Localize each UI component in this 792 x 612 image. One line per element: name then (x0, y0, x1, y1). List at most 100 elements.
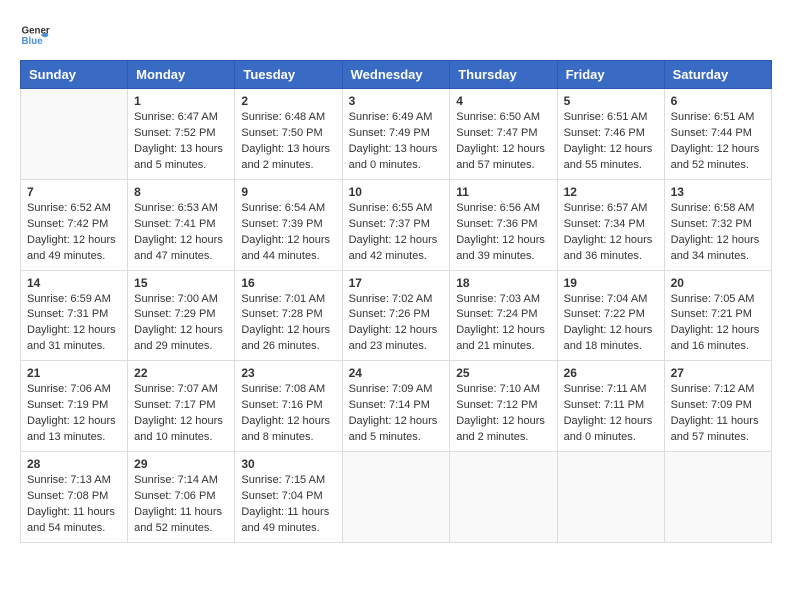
calendar-cell: 29 Sunrise: 7:14 AM Sunset: 7:06 PM Dayli… (128, 452, 235, 543)
calendar-cell: 16 Sunrise: 7:01 AM Sunset: 7:28 PM Dayli… (235, 270, 342, 361)
day-number: 30 (241, 457, 335, 471)
logo: General Blue (20, 20, 50, 50)
day-number: 13 (671, 185, 765, 199)
day-number: 18 (456, 276, 550, 290)
cell-content: Sunrise: 7:01 AM Sunset: 7:28 PM Dayligh… (241, 292, 335, 356)
calendar-cell: 4 Sunrise: 6:50 AM Sunset: 7:47 PM Daylig… (450, 89, 557, 180)
cell-content: Sunrise: 6:58 AM Sunset: 7:32 PM Dayligh… (671, 201, 765, 265)
header: General Blue (20, 20, 772, 50)
cell-content: Sunrise: 6:51 AM Sunset: 7:44 PM Dayligh… (671, 110, 765, 174)
logo-icon: General Blue (20, 20, 50, 50)
day-number: 20 (671, 276, 765, 290)
day-number: 17 (349, 276, 444, 290)
cell-content: Sunrise: 6:56 AM Sunset: 7:36 PM Dayligh… (456, 201, 550, 265)
cell-content: Sunrise: 7:08 AM Sunset: 7:16 PM Dayligh… (241, 382, 335, 446)
day-number: 10 (349, 185, 444, 199)
cell-content: Sunrise: 7:11 AM Sunset: 7:11 PM Dayligh… (564, 382, 658, 446)
cell-content: Sunrise: 6:59 AM Sunset: 7:31 PM Dayligh… (27, 292, 121, 356)
cell-content: Sunrise: 6:52 AM Sunset: 7:42 PM Dayligh… (27, 201, 121, 265)
day-number: 7 (27, 185, 121, 199)
cell-content: Sunrise: 7:03 AM Sunset: 7:24 PM Dayligh… (456, 292, 550, 356)
week-row-1: 1 Sunrise: 6:47 AM Sunset: 7:52 PM Daylig… (21, 89, 772, 180)
day-number: 15 (134, 276, 228, 290)
day-number: 6 (671, 94, 765, 108)
calendar-cell (342, 452, 450, 543)
day-number: 21 (27, 366, 121, 380)
calendar-cell (664, 452, 771, 543)
calendar-cell: 24 Sunrise: 7:09 AM Sunset: 7:14 PM Dayli… (342, 361, 450, 452)
day-header-wednesday: Wednesday (342, 61, 450, 89)
cell-content: Sunrise: 7:12 AM Sunset: 7:09 PM Dayligh… (671, 382, 765, 446)
calendar-cell: 3 Sunrise: 6:49 AM Sunset: 7:49 PM Daylig… (342, 89, 450, 180)
day-number: 3 (349, 94, 444, 108)
week-row-5: 28 Sunrise: 7:13 AM Sunset: 7:08 PM Dayli… (21, 452, 772, 543)
day-number: 2 (241, 94, 335, 108)
calendar-cell: 19Sunrise: 7:04 AM Sunset: 7:22 PM Dayli… (557, 270, 664, 361)
calendar-cell: 8Sunrise: 6:53 AM Sunset: 7:41 PM Daylig… (128, 179, 235, 270)
calendar-cell: 14 Sunrise: 6:59 AM Sunset: 7:31 PM Dayli… (21, 270, 128, 361)
calendar-cell: 22Sunrise: 7:07 AM Sunset: 7:17 PM Dayli… (128, 361, 235, 452)
cell-content: Sunrise: 7:10 AM Sunset: 7:12 PM Dayligh… (456, 382, 550, 446)
calendar-cell: 21 Sunrise: 7:06 AM Sunset: 7:19 PM Dayli… (21, 361, 128, 452)
cell-content: Sunrise: 6:49 AM Sunset: 7:49 PM Dayligh… (349, 110, 444, 174)
day-header-monday: Monday (128, 61, 235, 89)
calendar-cell: 9 Sunrise: 6:54 AM Sunset: 7:39 PM Daylig… (235, 179, 342, 270)
day-number: 29 (134, 457, 228, 471)
cell-content: Sunrise: 6:47 AM Sunset: 7:52 PM Dayligh… (134, 110, 228, 174)
day-number: 22 (134, 366, 228, 380)
day-number: 1 (134, 94, 228, 108)
cell-content: Sunrise: 6:55 AM Sunset: 7:37 PM Dayligh… (349, 201, 444, 265)
calendar-cell (21, 89, 128, 180)
day-number: 26 (564, 366, 658, 380)
day-number: 12 (564, 185, 658, 199)
day-number: 9 (241, 185, 335, 199)
day-header-saturday: Saturday (664, 61, 771, 89)
cell-content: Sunrise: 7:09 AM Sunset: 7:14 PM Dayligh… (349, 382, 444, 446)
calendar-cell: 12 Sunrise: 6:57 AM Sunset: 7:34 PM Dayli… (557, 179, 664, 270)
calendar-cell: 2Sunrise: 6:48 AM Sunset: 7:50 PM Daylig… (235, 89, 342, 180)
calendar-cell: 25 Sunrise: 7:10 AM Sunset: 7:12 PM Dayli… (450, 361, 557, 452)
day-number: 25 (456, 366, 550, 380)
week-row-4: 21 Sunrise: 7:06 AM Sunset: 7:19 PM Dayli… (21, 361, 772, 452)
calendar-cell: 23 Sunrise: 7:08 AM Sunset: 7:16 PM Dayli… (235, 361, 342, 452)
day-number: 5 (564, 94, 658, 108)
day-number: 24 (349, 366, 444, 380)
calendar-cell: 11 Sunrise: 6:56 AM Sunset: 7:36 PM Dayli… (450, 179, 557, 270)
calendar-cell: 5 Sunrise: 6:51 AM Sunset: 7:46 PM Daylig… (557, 89, 664, 180)
day-number: 4 (456, 94, 550, 108)
cell-content: Sunrise: 6:50 AM Sunset: 7:47 PM Dayligh… (456, 110, 550, 174)
cell-content: Sunrise: 7:15 AM Sunset: 7:04 PM Dayligh… (241, 473, 335, 537)
svg-text:Blue: Blue (22, 36, 44, 47)
cell-content: Sunrise: 6:51 AM Sunset: 7:46 PM Dayligh… (564, 110, 658, 174)
cell-content: Sunrise: 7:14 AM Sunset: 7:06 PM Dayligh… (134, 473, 228, 537)
calendar-cell: 6 Sunrise: 6:51 AM Sunset: 7:44 PM Daylig… (664, 89, 771, 180)
day-number: 8 (134, 185, 228, 199)
cell-content: Sunrise: 6:57 AM Sunset: 7:34 PM Dayligh… (564, 201, 658, 265)
calendar-cell: 27 Sunrise: 7:12 AM Sunset: 7:09 PM Dayli… (664, 361, 771, 452)
cell-content: Sunrise: 7:13 AM Sunset: 7:08 PM Dayligh… (27, 473, 121, 537)
day-number: 23 (241, 366, 335, 380)
cell-content: Sunrise: 7:00 AM Sunset: 7:29 PM Dayligh… (134, 292, 228, 356)
day-number: 11 (456, 185, 550, 199)
day-header-sunday: Sunday (21, 61, 128, 89)
cell-content: Sunrise: 6:54 AM Sunset: 7:39 PM Dayligh… (241, 201, 335, 265)
day-number: 28 (27, 457, 121, 471)
calendar: SundayMondayTuesdayWednesdayThursdayFrid… (20, 60, 772, 543)
calendar-cell: 30 Sunrise: 7:15 AM Sunset: 7:04 PM Dayli… (235, 452, 342, 543)
week-row-3: 14 Sunrise: 6:59 AM Sunset: 7:31 PM Dayli… (21, 270, 772, 361)
day-header-thursday: Thursday (450, 61, 557, 89)
cell-content: Sunrise: 7:06 AM Sunset: 7:19 PM Dayligh… (27, 382, 121, 446)
calendar-cell: 10 Sunrise: 6:55 AM Sunset: 7:37 PM Dayli… (342, 179, 450, 270)
calendar-cell: 26 Sunrise: 7:11 AM Sunset: 7:11 PM Dayli… (557, 361, 664, 452)
cell-content: Sunrise: 7:04 AM Sunset: 7:22 PM Dayligh… (564, 292, 658, 356)
day-number: 14 (27, 276, 121, 290)
calendar-cell (557, 452, 664, 543)
day-number: 27 (671, 366, 765, 380)
calendar-cell (450, 452, 557, 543)
day-number: 16 (241, 276, 335, 290)
calendar-cell: 7 Sunrise: 6:52 AM Sunset: 7:42 PM Daylig… (21, 179, 128, 270)
calendar-cell: 18 Sunrise: 7:03 AM Sunset: 7:24 PM Dayli… (450, 270, 557, 361)
calendar-cell: 15 Sunrise: 7:00 AM Sunset: 7:29 PM Dayli… (128, 270, 235, 361)
calendar-cell: 13 Sunrise: 6:58 AM Sunset: 7:32 PM Dayli… (664, 179, 771, 270)
day-header-tuesday: Tuesday (235, 61, 342, 89)
